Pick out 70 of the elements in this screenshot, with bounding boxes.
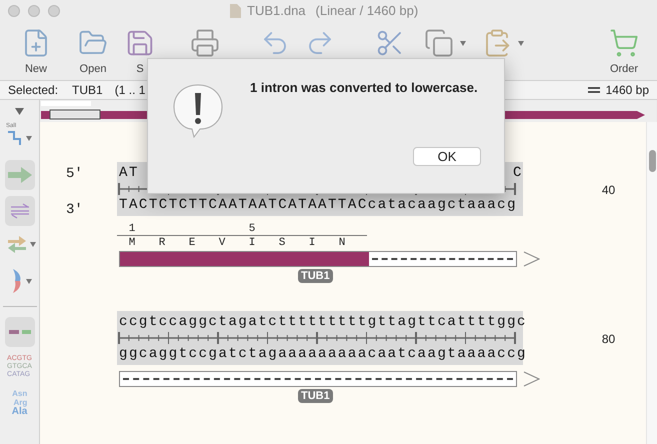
cart-icon — [609, 28, 639, 58]
amino-acid: M — [128, 236, 136, 250]
toolbar-label: S — [136, 62, 144, 76]
amino-acid: S — [278, 236, 286, 250]
selection-label: Selected: — [8, 82, 58, 99]
top-strand: ccgtccaggctagatctttttttttgttagttcattttggc — [118, 313, 528, 331]
window-subtitle: (Linear / 1460 bp) — [316, 2, 418, 20]
selection-range: (1 .. 1 — [114, 82, 146, 99]
feature-track[interactable] — [119, 251, 517, 267]
amino-sample-text: Arg — [14, 398, 28, 407]
ok-button[interactable]: OK — [413, 147, 481, 166]
printer-icon — [190, 28, 220, 58]
residue-number: 1 — [128, 224, 136, 235]
copy-icon — [424, 28, 454, 58]
primer-button[interactable] — [4, 196, 34, 226]
amino-sample-text: Ala — [12, 407, 28, 416]
amino-acid: R — [158, 236, 166, 250]
feature-label: TUB1 — [298, 389, 333, 403]
bracket-icon[interactable] — [11, 268, 23, 294]
position-number: 40 — [602, 182, 616, 198]
swap-arrows-icon[interactable] — [7, 234, 27, 254]
amino-acid: V — [218, 236, 226, 250]
double-strand-icon — [8, 202, 30, 220]
top-strand: C — [512, 164, 523, 182]
amino-sample-text: Asn — [12, 389, 28, 398]
arrowhead-icon — [523, 371, 540, 387]
copy-toolbar-button[interactable] — [424, 28, 454, 58]
bottom-strand: TACTCTCTTCAATAATCATAATTACcatacaagctaaacg — [118, 196, 518, 214]
feature-track[interactable] — [119, 371, 517, 387]
window-control[interactable] — [28, 5, 40, 17]
feature-label: TUB1 — [298, 269, 333, 283]
feature-arrow-button[interactable] — [4, 160, 34, 190]
selection-name: TUB1 — [72, 82, 103, 99]
bottom-strand: ggcaggtccgatctagaaaaaaaaacaatcaagtaaaaccg — [118, 345, 528, 363]
scrollbar-thumb[interactable] — [648, 150, 656, 172]
document-icon — [230, 4, 241, 18]
caret-icon[interactable] — [26, 136, 32, 140]
sequence-length: 1460 bp — [606, 82, 649, 99]
toolbar-label: Open — [80, 62, 106, 76]
save-icon — [125, 28, 155, 58]
map-button[interactable] — [4, 317, 34, 347]
caret-icon[interactable] — [26, 278, 32, 284]
feature-bar-icon — [8, 329, 30, 335]
collapse-icon[interactable] — [15, 108, 24, 115]
window-control[interactable] — [48, 5, 60, 17]
warning-icon — [172, 83, 224, 139]
top-strand: AT — [118, 164, 139, 182]
window-title: TUB1.dna — [247, 2, 306, 20]
toolbar-label: Order — [610, 62, 638, 76]
window-control[interactable] — [8, 5, 20, 17]
caret-icon[interactable] — [460, 40, 466, 46]
print-toolbar-button[interactable] — [190, 28, 220, 58]
amino-acid: I — [308, 236, 316, 250]
amino-acid: N — [338, 236, 346, 250]
amino-acid: E — [188, 236, 196, 250]
strand-end-label: 3′ — [66, 201, 84, 219]
order-toolbar-button[interactable] — [609, 28, 639, 58]
arrow-icon — [8, 167, 32, 183]
amino-acid: I — [248, 236, 256, 250]
dialog-message: 1 intron was converted to lowercase. — [250, 79, 479, 97]
strand-end-label: 5′ — [66, 165, 84, 183]
arrowhead-icon — [523, 251, 540, 267]
caret-icon[interactable] — [518, 40, 524, 46]
position-number: 80 — [602, 331, 616, 347]
length-icon — [588, 87, 600, 93]
caret-icon[interactable] — [30, 242, 36, 246]
cut-site-icon[interactable] — [7, 130, 21, 146]
toolbar-label: New — [24, 62, 47, 76]
save-toolbar-button[interactable] — [125, 28, 155, 58]
residue-number: 5 — [248, 224, 256, 235]
